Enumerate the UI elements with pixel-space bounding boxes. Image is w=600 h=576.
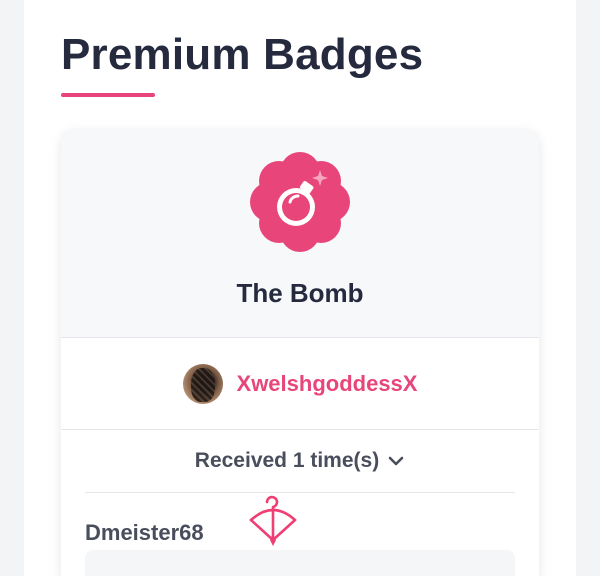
divider [85,492,515,493]
badge-name: The Bomb [236,278,364,308]
owner-username-link[interactable]: XwelshgoddessX [237,371,418,397]
received-count-toggle[interactable]: Received 1 time(s) [61,430,539,492]
sender-username-link[interactable]: Dmeister68 [85,520,204,546]
page-title: Premium Badges [61,30,424,79]
badge-owner[interactable]: XwelshgoddessX [61,338,539,430]
received-count-label[interactable]: Received 1 time(s) [195,449,379,473]
page-container: Premium Badges The Bomb XwelshgoddessX R… [24,0,576,576]
cupid-bow-icon [249,495,297,546]
bomb-icon [250,152,350,252]
badge-header: The Bomb [61,130,539,338]
badge-card: The Bomb XwelshgoddessX Received 1 time(… [61,130,539,576]
message-box [85,550,515,576]
title-underline [61,93,155,97]
avatar[interactable] [182,363,223,404]
chevron-down-icon[interactable] [387,452,405,470]
